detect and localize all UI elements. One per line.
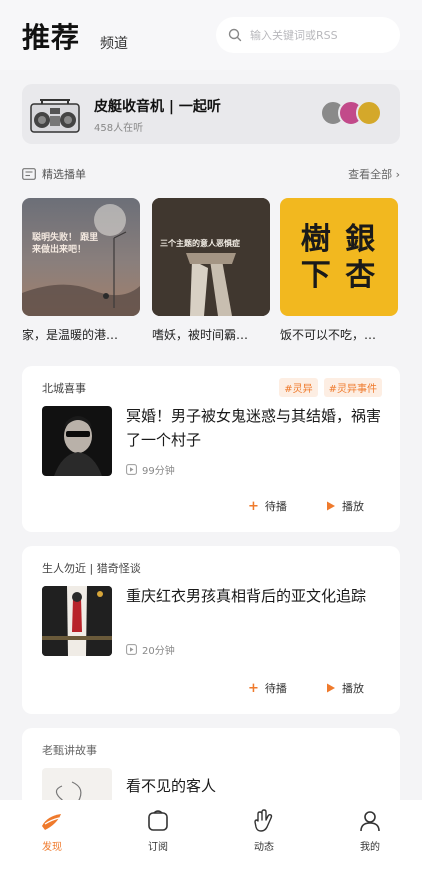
tab-profile[interactable]: 我的 bbox=[340, 808, 400, 853]
section-header: 精选播单 查看全部 › bbox=[22, 166, 400, 182]
episode-thumbnail bbox=[42, 406, 112, 476]
cover-text: 聪明失败！ 跟里来做出来吧！ bbox=[32, 233, 99, 255]
tab-label: 动态 bbox=[254, 842, 274, 853]
episode-title[interactable]: 冥婚！男子被女鬼迷惑与其结婚，祸害了一个村子 bbox=[126, 404, 382, 452]
add-to-queue-button[interactable]: + 待播 bbox=[248, 498, 287, 514]
playlist-cover: 聪明失败！ 跟里来做出来吧！ bbox=[22, 198, 140, 316]
activity-icon bbox=[254, 809, 273, 832]
playlist-cover: 樹 銀 下 杏 bbox=[280, 198, 398, 316]
playlist-caption: 饭不可以不吃，… bbox=[280, 328, 377, 342]
play-button[interactable]: 播放 bbox=[326, 680, 364, 696]
duration-text: 99分钟 bbox=[142, 466, 175, 477]
playlist-card[interactable]: 聪明失败！ 跟里来做出来吧！ 家，是温暖的港… bbox=[22, 198, 140, 343]
tab-subscribe[interactable]: 订阅 bbox=[128, 808, 188, 853]
section-title: 精选播单 bbox=[42, 168, 86, 181]
playlist-caption: 家，是温暖的港… bbox=[22, 328, 119, 342]
queue-label: 待播 bbox=[264, 682, 287, 695]
duration-icon bbox=[126, 644, 137, 655]
tab-label: 发现 bbox=[42, 842, 62, 853]
episode-thumbnail bbox=[42, 586, 112, 656]
podcast-source[interactable]: 北城喜事 bbox=[42, 380, 86, 396]
cover-text: 樹 銀 下 杏 bbox=[300, 222, 378, 293]
tag[interactable]: #灵异事件 bbox=[323, 378, 382, 397]
bottom-tab-bar: 发现 订阅 动态 我的 bbox=[0, 800, 422, 870]
search-icon bbox=[228, 28, 242, 42]
episode-title[interactable]: 重庆红衣男孩真相背后的亚文化追踪 bbox=[126, 584, 382, 608]
channel-tab[interactable]: 频道 bbox=[100, 33, 128, 53]
episode-card[interactable]: 生人勿近 | 猎奇怪谈 重庆红衣男孩真相背后的亚文化追踪 20分钟 + 待播 播… bbox=[22, 546, 400, 714]
podcast-source[interactable]: 老甄讲故事 bbox=[42, 742, 97, 758]
header: 推荐 频道 输入关键词或RSS bbox=[0, 0, 422, 70]
plus-icon: + bbox=[248, 680, 259, 696]
play-label: 播放 bbox=[342, 682, 364, 695]
subscribe-icon bbox=[148, 810, 168, 831]
listener-count: 458人在听 bbox=[94, 123, 144, 134]
search-input[interactable]: 输入关键词或RSS bbox=[216, 17, 400, 53]
duration-text: 20分钟 bbox=[142, 646, 175, 657]
tab-discover[interactable]: 发现 bbox=[22, 808, 82, 853]
profile-icon bbox=[360, 811, 380, 832]
episode-duration: 20分钟 bbox=[126, 642, 175, 657]
listener-avatars bbox=[320, 100, 384, 128]
tab-label: 我的 bbox=[360, 842, 380, 853]
podcast-source[interactable]: 生人勿近 | 猎奇怪谈 bbox=[42, 560, 141, 576]
cover-art bbox=[152, 198, 270, 316]
add-to-queue-button[interactable]: + 待播 bbox=[248, 680, 287, 696]
search-placeholder: 输入关键词或RSS bbox=[250, 29, 338, 42]
queue-label: 待播 bbox=[264, 500, 287, 513]
cover-text: 三个主题的意人恶惧症 bbox=[160, 239, 240, 248]
playlist-icon bbox=[22, 168, 36, 180]
episode-tags: #灵异 #灵异事件 bbox=[279, 378, 382, 397]
radio-card[interactable]: 皮艇收音机 | 一起听 458人在听 bbox=[22, 84, 400, 144]
cover-art bbox=[22, 204, 140, 316]
discover-icon bbox=[42, 814, 61, 830]
play-icon bbox=[327, 683, 335, 693]
playlist-cover: 三个主题的意人恶惧症 bbox=[152, 198, 270, 316]
episode-title[interactable]: 看不见的客人 bbox=[126, 774, 382, 798]
play-icon bbox=[327, 501, 335, 511]
episode-card[interactable]: 北城喜事 #灵异 #灵异事件 冥婚！男子被女鬼迷惑与其结婚，祸害了一个村子 99… bbox=[22, 366, 400, 532]
avatar bbox=[356, 100, 382, 126]
play-label: 播放 bbox=[342, 500, 364, 513]
tag[interactable]: #灵异 bbox=[279, 378, 318, 397]
tab-label: 订阅 bbox=[148, 842, 168, 853]
plus-icon: + bbox=[248, 498, 259, 514]
playlist-card[interactable]: 三个主题的意人恶惧症 嗜妖，被时间霸… bbox=[152, 198, 270, 343]
tab-activity[interactable]: 动态 bbox=[234, 808, 294, 853]
play-button[interactable]: 播放 bbox=[326, 498, 364, 514]
radio-icon bbox=[30, 99, 80, 133]
episode-card[interactable]: 老甄讲故事 看不见的客人 bbox=[22, 728, 400, 838]
page-title: 推荐 bbox=[22, 21, 81, 54]
radio-title: 皮艇收音机 | 一起听 bbox=[94, 99, 221, 115]
episode-duration: 99分钟 bbox=[126, 462, 175, 477]
view-all-link[interactable]: 查看全部 › bbox=[348, 166, 400, 182]
playlist-caption: 嗜妖，被时间霸… bbox=[152, 328, 249, 342]
duration-icon bbox=[126, 464, 137, 475]
playlist-card[interactable]: 樹 銀 下 杏 饭不可以不吃，… bbox=[280, 198, 398, 343]
